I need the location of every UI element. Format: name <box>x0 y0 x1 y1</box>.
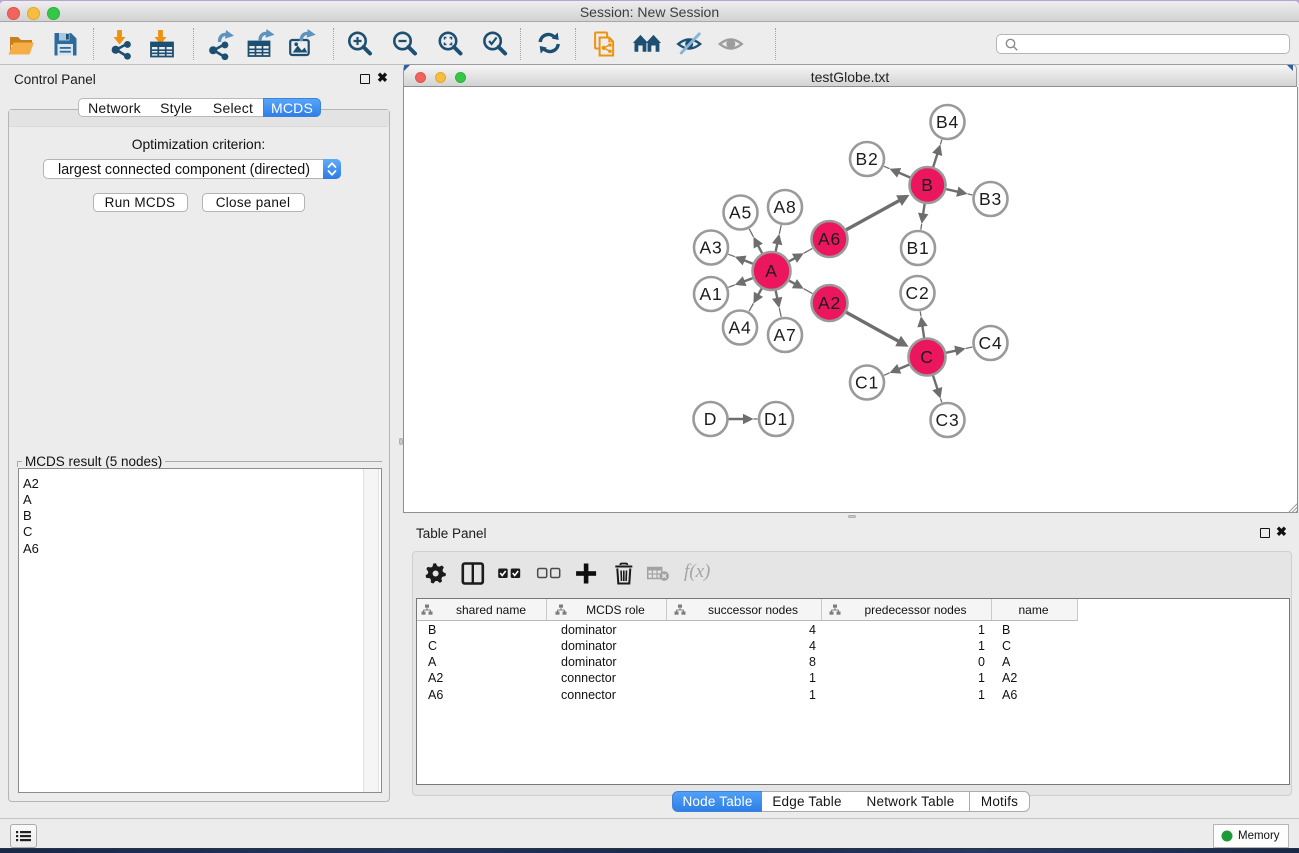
svg-text:A8: A8 <box>773 197 796 217</box>
svg-text:A5: A5 <box>728 202 751 222</box>
svg-text:C1: C1 <box>855 372 879 392</box>
svg-text:B2: B2 <box>855 149 878 169</box>
svg-text:B1: B1 <box>906 238 929 258</box>
svg-text:C3: C3 <box>935 410 959 430</box>
svg-text:B: B <box>921 175 933 195</box>
svg-text:B4: B4 <box>935 112 958 132</box>
svg-text:D: D <box>703 409 716 429</box>
svg-text:D1: D1 <box>764 409 788 429</box>
svg-text:A6: A6 <box>817 229 840 249</box>
svg-text:A3: A3 <box>699 237 722 257</box>
svg-text:A7: A7 <box>773 325 796 345</box>
svg-text:A2: A2 <box>817 293 840 313</box>
svg-text:B3: B3 <box>978 189 1001 209</box>
svg-text:A: A <box>765 261 777 281</box>
svg-text:A1: A1 <box>699 284 722 304</box>
svg-text:C4: C4 <box>978 333 1002 353</box>
svg-text:C: C <box>920 347 933 367</box>
svg-text:A4: A4 <box>728 317 751 337</box>
svg-text:C2: C2 <box>905 283 929 303</box>
